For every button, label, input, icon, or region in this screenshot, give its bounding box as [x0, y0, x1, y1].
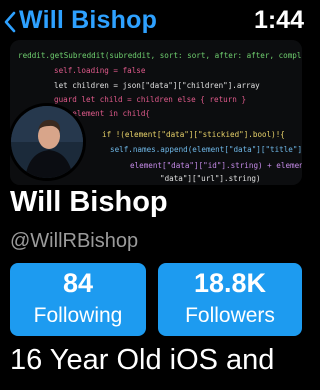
code-line: guard let child = children else { return…	[54, 95, 246, 104]
profile-name: Will Bishop	[10, 186, 168, 218]
clock-time: 1:44	[253, 6, 304, 34]
following-label: Following	[33, 304, 123, 327]
avatar[interactable]	[8, 103, 86, 181]
profile-handle: @WillRBishop	[10, 230, 139, 252]
code-line: "data"]["url"].string)	[160, 174, 261, 183]
followers-button[interactable]: 18.8K Followers	[158, 263, 302, 336]
following-button[interactable]: 84 Following	[10, 263, 146, 336]
followers-count: 18.8K	[193, 268, 267, 298]
profile-bio: 16 Year Old iOS and	[10, 344, 275, 376]
followers-label: Followers	[185, 304, 275, 327]
chevron-left-icon[interactable]	[3, 10, 17, 34]
status-header: Will Bishop 1:44	[0, 0, 312, 44]
code-line: element["data"]["id"].string) + element[…	[130, 161, 302, 170]
code-line: self.loading = false	[54, 66, 146, 75]
code-line: self.names.append(element["data"]["title…	[110, 145, 302, 154]
page-title[interactable]: Will Bishop	[19, 6, 157, 35]
code-line: reddit.getSubreddit(subreddit, sort: sor…	[18, 51, 302, 60]
code-line: if !(element["data"]["stickied"].bool)!{	[102, 130, 285, 139]
code-line: let children = json["data"]["children"].…	[54, 81, 260, 90]
following-count: 84	[62, 268, 94, 298]
